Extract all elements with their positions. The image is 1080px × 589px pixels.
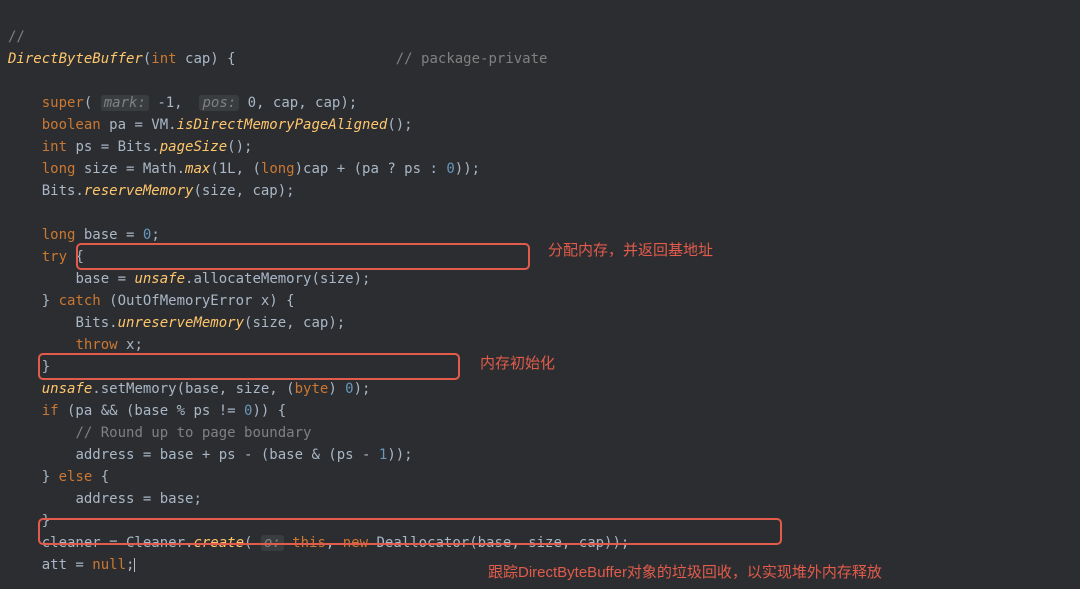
code-line: DirectByteBuffer bbox=[8, 51, 143, 67]
code-line: // bbox=[8, 29, 33, 45]
code-block: // DirectByteBuffer(int cap) { // packag… bbox=[0, 0, 1080, 580]
text-cursor bbox=[134, 558, 135, 572]
